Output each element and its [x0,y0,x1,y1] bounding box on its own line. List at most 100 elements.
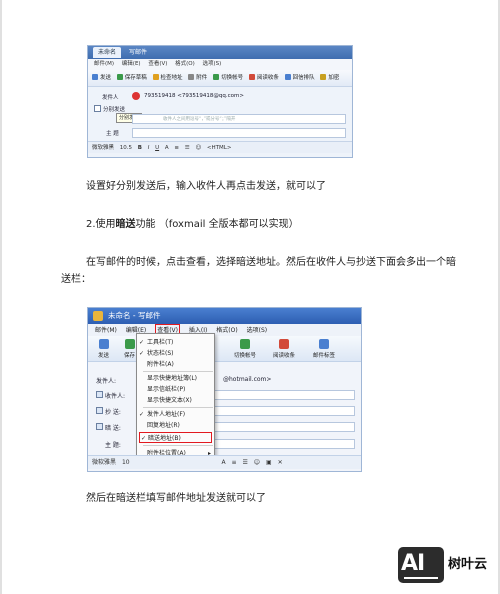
toolbar: 发送 保存草稿 检查地址 附件 切换帐号 阅读收条 回信排队 加密 [88,70,352,87]
menu-view[interactable]: 查看(V) [148,59,167,70]
lock-icon [320,74,327,80]
align-icon-2[interactable]: ≡ [232,456,237,470]
separate-send-checkbox[interactable] [94,105,101,112]
format-toolbar: 微软雅黑 10.5 B I U A ≡ ☰ ☺ <HTML> [88,141,352,153]
cc-label: 抄 送: [105,409,121,416]
receipt-icon [248,74,255,80]
menu-item-reply-address[interactable]: 回复地址(R) [137,420,214,431]
send-button-2[interactable]: 发送 [98,339,109,359]
list-icon[interactable]: ☰ [185,142,190,154]
from-label-2: 发件人: [96,378,117,385]
encrypt-button[interactable]: 加密 [320,70,339,87]
format-toolbar-2: 微软雅黑 10 A ≡ ☰ ☺ ▣ ✕ [88,455,361,469]
font-select[interactable]: 微软雅黑 [92,142,114,154]
to-expand-icon[interactable] [96,391,103,398]
check-icon: ✓ [139,339,145,346]
menu-mail[interactable]: 邮件(M) [94,59,114,70]
menu-item-stationery[interactable]: 显示信纸栏(P) [137,384,214,395]
font-color-icon[interactable]: A [165,142,169,154]
paperclip-icon [188,74,195,80]
mail-tag-button-2[interactable]: 邮件标签 [313,339,335,359]
menu-item-bcc-address[interactable]: ✓ 暗送地址(B) [139,432,212,443]
menu-item-quick-text[interactable]: 显示快捷文本(X) [137,395,214,406]
menu-item-toolbar[interactable]: ✓ 工具栏(T) [137,337,214,348]
menu-item-from-address[interactable]: ✓ 发件人地址(F) [137,409,214,420]
brand-name: 树叶云 [448,557,488,572]
subject-label: 主 题 [106,131,119,137]
font-color-icon-2[interactable]: A [222,456,226,470]
menu-bar: 邮件(M) 编辑(E) 查看(V) 格式(O) 选项(S) [88,59,352,70]
from-value-2[interactable]: @hotmail.com> [223,376,271,383]
bcc-expand-icon[interactable] [96,423,103,430]
qq-avatar-icon [132,92,140,100]
emoji-icon[interactable]: ☺ [195,142,201,154]
p2-prefix: 2.使用 [86,219,116,230]
italic-icon[interactable]: I [148,142,150,154]
app-icon [93,311,103,321]
font-select-2[interactable]: 微软雅黑 [92,456,116,470]
font-size-select[interactable]: 10.5 [120,142,132,154]
bcc-label: 暗 送: [105,425,121,432]
attachment-button[interactable]: 附件 [188,70,207,87]
menu-format[interactable]: 格式(O) [175,59,195,70]
to-label: 收件人: [105,393,126,400]
paragraph-3-line-2: 送栏： [61,274,91,285]
clear-format-icon-2[interactable]: ✕ [278,456,283,470]
image-icon-2[interactable]: ▣ [266,456,272,470]
emoji-icon-2[interactable]: ☺ [254,456,260,470]
underline-icon[interactable]: U [155,142,159,154]
menu-separator [143,445,213,446]
menu-bar-2: 邮件(M) 编辑(E) 查看(V) 插入(I) 格式(O) 选项(S) [88,324,361,338]
menu-item-statusbar[interactable]: ✓ 状态栏(S) [137,348,214,359]
switch-account-button-2[interactable]: 切换帐号 [234,339,256,359]
toolbar-2: 发送 保存 切换帐号 阅读收条 邮件标签 [88,336,361,362]
window-title: 未命名 - 写邮件 [108,311,161,320]
bold-icon[interactable]: B [138,142,142,154]
save-icon [116,74,123,80]
menu-item-quick-addressbook[interactable]: 显示快捷地址簿(L) [137,373,214,384]
account-icon [213,74,220,80]
from-value[interactable]: 793519418 <793519418@qq.com> [144,93,244,99]
paragraph-2: 2.使用暗送功能 （foxmail 全版本都可以实现） [86,216,299,234]
subject-input[interactable] [132,128,346,138]
font-size-select-2[interactable]: 10 [122,456,130,470]
send-button[interactable]: 发送 [92,70,111,87]
paragraph-4: 然后在暗送栏填写邮件地址发送就可以了 [86,493,266,504]
from-label: 发件人 [102,95,119,101]
save-button-2[interactable]: 保存 [124,339,135,359]
window-titlebar: 未命名 写邮件 [88,46,352,59]
menu-separator [143,407,213,408]
tab-compose[interactable]: 写邮件 [124,47,152,58]
read-receipt-button[interactable]: 阅读收条 [248,70,279,87]
subject-label-2: 主 题: [105,442,121,449]
queue-icon [284,74,291,80]
recipient-input[interactable]: 收件人之间用逗号“，”或分号“；”隔开 [132,114,346,124]
cc-expand-icon[interactable] [96,407,103,414]
send-icon-2 [98,339,109,349]
switch-account-button[interactable]: 切换帐号 [213,70,243,87]
reply-queue-button[interactable]: 回信排队 [284,70,315,87]
save-icon-2 [124,339,135,349]
save-draft-button[interactable]: 保存草稿 [116,70,147,87]
html-mode[interactable]: <HTML> [207,142,232,154]
tab-unnamed[interactable]: 未命名 [93,47,122,58]
left-page-edge [0,0,2,594]
read-receipt-button-2[interactable]: 阅读收条 [273,339,295,359]
align-icon[interactable]: ≡ [174,142,179,154]
compose-window-screenshot-2: 未命名 - 写邮件 邮件(M) 编辑(E) 查看(V) 插入(I) 格式(O) … [87,307,362,472]
p2-bold: 暗送 [115,219,136,230]
compose-window-screenshot-1: 未命名 写邮件 邮件(M) 编辑(E) 查看(V) 格式(O) 选项(S) 发送… [87,45,353,158]
menu-item-attachment-bar[interactable]: 附件栏(A) [137,359,214,370]
tag-icon-2 [319,339,329,349]
check-icon: ✓ [139,411,145,418]
menu-options[interactable]: 选项(S) [203,59,222,70]
check-icon [152,74,159,80]
menu-edit[interactable]: 编辑(E) [122,59,141,70]
check-address-button[interactable]: 检查地址 [152,70,183,87]
list-icon-2[interactable]: ☰ [242,456,247,470]
menu-separator [143,371,213,372]
p2-suffix: 功能 （foxmail 全版本都可以实现） [135,219,299,230]
logo-mark: AI [401,551,425,576]
send-icon [92,74,98,80]
view-dropdown-menu: ✓ 工具栏(T) ✓ 状态栏(S) 附件栏(A) 显示快捷地址簿(L) 显示信纸栏(… [136,333,215,461]
